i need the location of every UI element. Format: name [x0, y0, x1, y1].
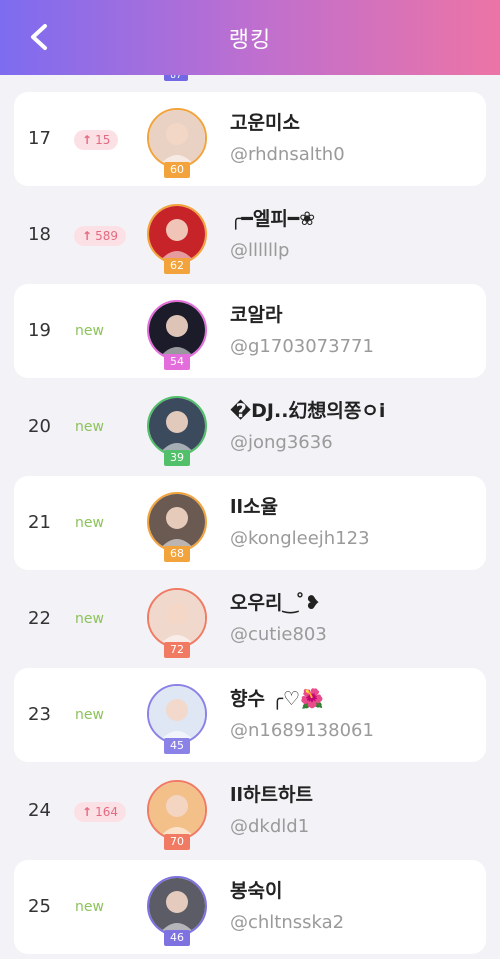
new-entry-label: new: [75, 419, 104, 435]
user-handle: @n1689138061: [230, 720, 374, 741]
rank-up-badge: ↑ 15: [74, 130, 119, 150]
user-nickname: ll하트하트: [230, 784, 313, 806]
user-nickname: 고운미소: [230, 112, 300, 134]
rank-up-badge: ↑ 589: [74, 226, 126, 246]
avatar[interactable]: 70: [147, 780, 207, 850]
avatar[interactable]: 72: [147, 588, 207, 658]
rank-change-value: 589: [95, 229, 118, 243]
avatar-photo: [147, 684, 207, 744]
avatar[interactable]: 60: [147, 108, 207, 178]
avatar-photo: [147, 204, 207, 264]
user-nickname: �DJ..幻想의쫑ㅇi: [230, 400, 386, 422]
new-entry-label: new: [75, 611, 104, 627]
ranking-row[interactable]: 24 ↑ 164 70 ll하트하트 @dkdld1: [14, 764, 486, 858]
rank-change-value: 164: [95, 805, 118, 819]
avatar[interactable]: 46: [147, 876, 207, 946]
avatar[interactable]: 62: [147, 204, 207, 274]
new-entry-label: new: [75, 323, 104, 339]
user-handle: @chltnsska2: [230, 912, 345, 933]
rank-number: 17: [28, 128, 51, 149]
avatar-photo: [147, 300, 207, 360]
level-badge: 39: [164, 450, 190, 466]
rank-number: 19: [28, 320, 51, 341]
user-handle: @rhdnsalth0: [230, 144, 345, 165]
avatar-photo: [147, 492, 207, 552]
level-badge: 46: [164, 930, 190, 946]
user-nickname: 봉숙이: [230, 880, 283, 902]
user-handle: @cutie803: [230, 624, 327, 645]
new-entry-label: new: [75, 515, 104, 531]
level-badge: 68: [164, 546, 190, 562]
avatar[interactable]: 68: [147, 492, 207, 562]
user-handle: @llllllp: [230, 240, 290, 261]
user-handle: @dkdld1: [230, 816, 310, 837]
page-title: 랭킹: [228, 27, 272, 53]
avatar-photo: [147, 396, 207, 456]
rank-number: 23: [28, 704, 51, 725]
user-handle: @kongleejh123: [230, 528, 370, 549]
rank-change-value: 15: [95, 133, 111, 147]
avatar-photo: [147, 780, 207, 840]
ranking-row[interactable]: 20 new 39 �DJ..幻想의쫑ㅇi @jong3636: [14, 380, 486, 474]
rank-number: 20: [28, 416, 51, 437]
arrow-up-icon: ↑: [82, 133, 93, 147]
level-badge: 62: [164, 258, 190, 274]
user-nickname: 코알라: [230, 304, 283, 326]
ranking-row[interactable]: 19 new 54 코알라 @g1703073771: [14, 284, 486, 378]
arrow-up-icon: ↑: [82, 229, 93, 243]
user-handle: @g1703073771: [230, 336, 374, 357]
rank-number: 18: [28, 224, 51, 245]
user-nickname: ╭━엘피━❀: [230, 208, 316, 230]
level-badge: 70: [164, 834, 190, 850]
avatar[interactable]: 54: [147, 300, 207, 370]
user-nickname: 오우리‿ ̊❥: [230, 592, 321, 614]
user-handle: @jong3636: [230, 432, 333, 453]
arrow-up-icon: ↑: [82, 805, 93, 819]
app-header: 랭킹: [0, 0, 500, 75]
level-badge: 45: [164, 738, 190, 754]
ranking-row[interactable]: 18 ↑ 589 62 ╭━엘피━❀ @llllllp: [14, 188, 486, 282]
level-badge: 54: [164, 354, 190, 370]
rank-number: 24: [28, 800, 51, 821]
rank-number: 25: [28, 896, 51, 917]
avatar[interactable]: 39: [147, 396, 207, 466]
new-entry-label: new: [75, 899, 104, 915]
ranking-row[interactable]: 17 ↑ 15 60 고운미소 @rhdnsalth0: [14, 92, 486, 186]
avatar-photo: [147, 876, 207, 936]
back-arrow-icon[interactable]: [26, 22, 52, 52]
ranking-row[interactable]: 22 new 72 오우리‿ ̊❥ @cutie803: [14, 572, 486, 666]
ranking-row[interactable]: 21 new 68 ll소율 @kongleejh123: [14, 476, 486, 570]
avatar[interactable]: 45: [147, 684, 207, 754]
ranking-row[interactable]: 23 new 45 향수 ╭♡🌺 @n1689138061: [14, 668, 486, 762]
level-badge: 60: [164, 162, 190, 178]
new-entry-label: new: [75, 707, 104, 723]
ranking-row[interactable]: 25 new 46 봉숙이 @chltnsska2: [14, 860, 486, 954]
rank-number: 22: [28, 608, 51, 629]
avatar-photo: [147, 108, 207, 168]
rank-number: 21: [28, 512, 51, 533]
rank-up-badge: ↑ 164: [74, 802, 126, 822]
avatar-photo: [147, 588, 207, 648]
user-nickname: ll소율: [230, 496, 278, 518]
user-nickname: 향수 ╭♡🌺: [230, 688, 324, 710]
level-badge: 72: [164, 642, 190, 658]
